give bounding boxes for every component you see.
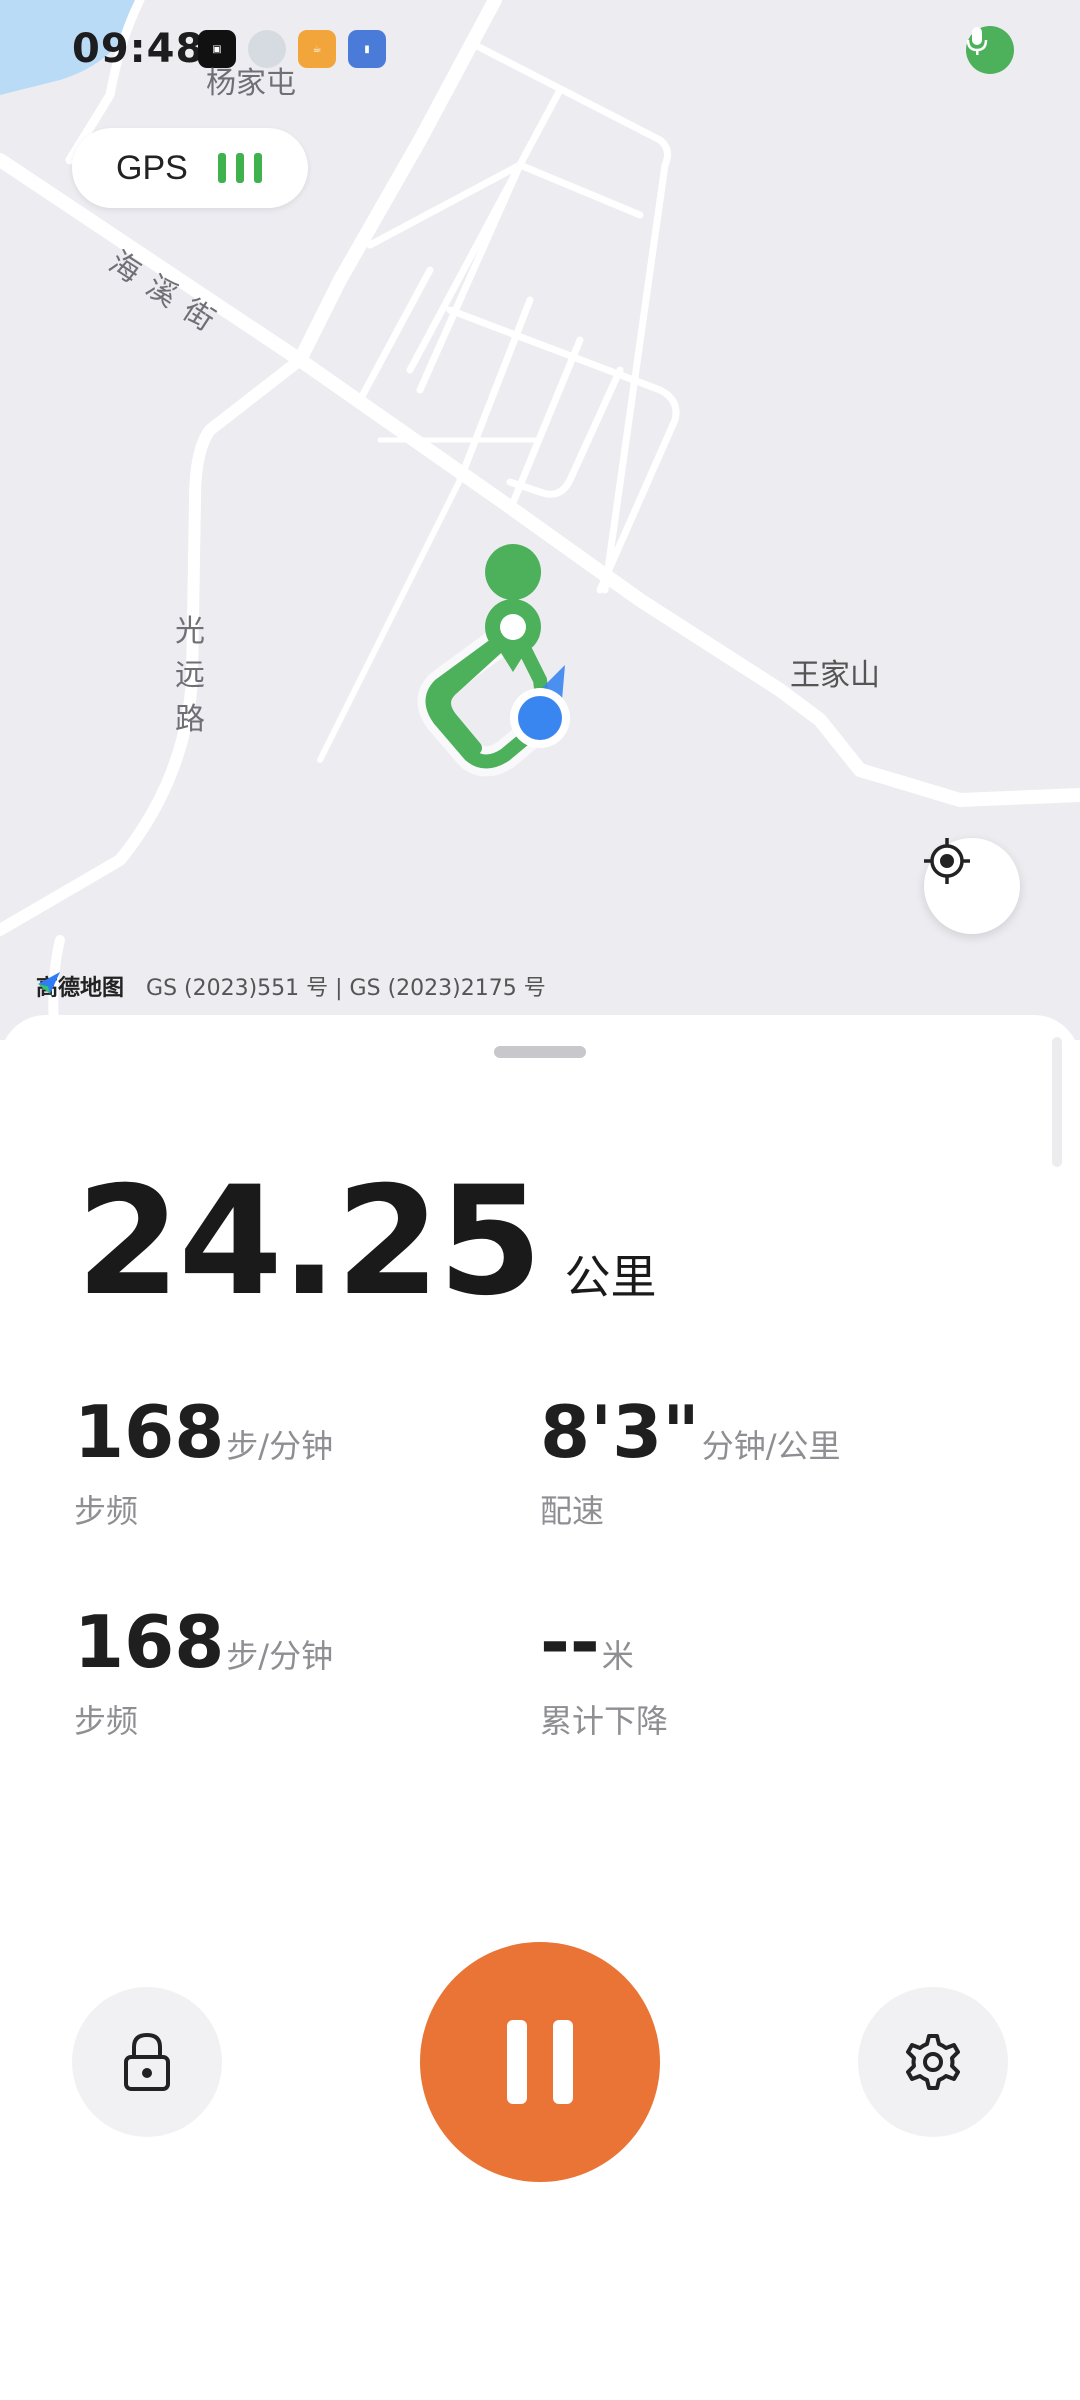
stat-label: 累计下降 [540,1702,669,1740]
stat-pace: 8'3" 分钟/公里 配速 [540,1390,841,1532]
stat-value: 8'3" [540,1390,700,1474]
stat-label: 步频 [74,1702,139,1740]
gear-icon [906,2034,960,2090]
stat-descent: -- 米 累计下降 [540,1600,668,1742]
sheet-drag-handle[interactable] [494,1046,586,1058]
settings-button[interactable] [858,1987,1008,2137]
stat-cadence-2: 168 步/分钟 步频 [74,1600,333,1742]
stat-value: 168 [74,1600,225,1684]
stat-label: 配速 [540,1492,605,1530]
stat-value: 168 [74,1390,225,1474]
lock-button[interactable] [72,1987,222,2137]
stat-value: -- [540,1600,600,1684]
route-track [417,544,570,777]
stat-label: 步频 [74,1492,139,1530]
map-attribution: 高德地图 GS (2023)551 号 | GS (2023)2175 号 [36,970,546,1002]
stat-unit: 分钟/公里 [701,1427,841,1465]
distance-unit: 公里 [564,1250,657,1304]
coffee-app-icon: ☕ [298,30,336,68]
map-label-village-east: 王家山 [790,658,880,693]
map-license: GS (2023)551 号 | GS (2023)2175 号 [146,976,546,1001]
distance-value: 24.25 [76,1155,542,1329]
stat-unit: 步/分钟 [226,1637,334,1675]
map-label-village-north: 杨家屯 [206,66,296,101]
gps-signal-icon [217,153,262,183]
wallet-app-icon: ▮ [348,30,386,68]
microphone-icon[interactable] [966,26,1014,74]
scrollbar[interactable] [1052,1037,1062,1167]
pause-icon [494,2020,586,2104]
distance-display: 24.25 公里 [76,1155,656,1329]
stat-cadence: 168 步/分钟 步频 [74,1390,333,1532]
stat-unit: 步/分钟 [226,1427,334,1465]
gps-status: GPS [72,128,308,208]
workout-panel: 24.25 公里 168 步/分钟 步频 8'3" 分钟/公里 配速 168 步… [0,1015,1080,2400]
road-guangyuan [0,354,306,936]
locate-icon [924,838,970,884]
amap-logo: 高德地图 [36,970,124,1002]
status-time: 09:48 [72,26,205,72]
map-label-road: 光远路 [175,614,205,737]
gps-label: GPS [116,148,188,187]
pause-button[interactable] [420,1942,660,2182]
stat-unit: 米 [601,1637,634,1675]
map-view[interactable]: 09:48 ▣ ☕ ▮ GPS 杨家屯 海溪街 光远路 王家山 高德地图 GS … [0,0,1080,1040]
locate-button[interactable] [924,838,1020,934]
lock-icon [124,2032,170,2091]
